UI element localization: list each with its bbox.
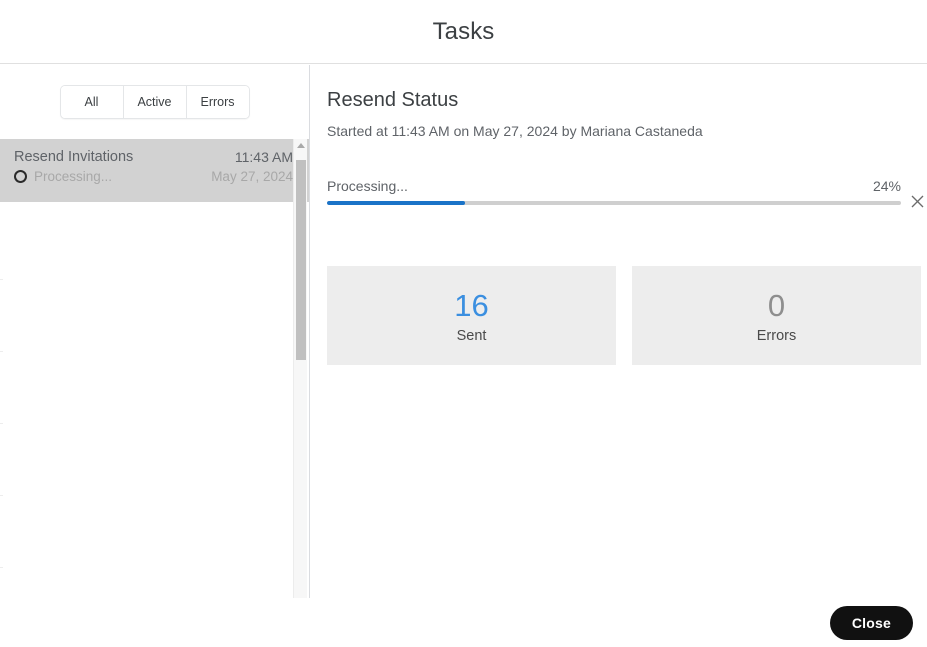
chevron-up-icon[interactable]: [296, 143, 305, 148]
stat-label-sent: Sent: [456, 327, 487, 344]
progress-section: Processing... 24%: [327, 178, 923, 207]
close-icon[interactable]: [907, 191, 927, 211]
task-list-panel: All Active Errors Resend Invitations 11:…: [0, 65, 310, 598]
task-list-item-resend-invitations[interactable]: Resend Invitations 11:43 AM Processing..…: [0, 139, 309, 202]
task-filter-segmented-control[interactable]: All Active Errors: [59, 85, 250, 119]
progress-labels: Processing... 24%: [327, 178, 901, 194]
stat-label-errors: Errors: [756, 327, 797, 344]
stat-card-sent: 16 Sent: [327, 266, 616, 365]
stat-value-errors: 0: [767, 287, 786, 323]
progress-percent-label: 24%: [872, 178, 901, 194]
task-status-label: Processing...: [34, 169, 113, 184]
progress-fill: [327, 201, 465, 205]
task-row-divider: [0, 567, 3, 568]
dialog-body: All Active Errors Resend Invitations 11:…: [0, 65, 927, 598]
task-date: May 27, 2024: [211, 169, 293, 184]
dialog-header: Tasks: [0, 0, 927, 64]
stat-card-errors: 0 Errors: [632, 266, 921, 365]
stat-cards: 16 Sent 0 Errors: [327, 266, 927, 365]
filter-bar: All Active Errors: [0, 65, 309, 139]
close-button[interactable]: Close: [829, 605, 913, 640]
task-row-secondary: Processing... May 27, 2024: [14, 169, 293, 184]
task-list: Resend Invitations 11:43 AM Processing..…: [0, 139, 309, 598]
task-detail-panel: Resend Status Started at 11:43 AM on May…: [311, 65, 927, 598]
detail-subtitle: Started at 11:43 AM on May 27, 2024 by M…: [327, 123, 703, 139]
stat-value-sent: 16: [454, 287, 489, 323]
progress-track: [327, 201, 901, 205]
scrollbar-thumb[interactable]: [296, 160, 306, 360]
task-row-primary: Resend Invitations 11:43 AM: [14, 149, 293, 165]
filter-tab-all[interactable]: All: [60, 86, 124, 118]
detail-title: Resend Status: [327, 89, 459, 111]
task-row-divider: [0, 279, 3, 280]
task-list-scrollbar[interactable]: [293, 139, 307, 598]
page-title: Tasks: [432, 17, 495, 45]
task-status-group: Processing...: [14, 169, 112, 184]
progress-status-label: Processing...: [327, 178, 408, 194]
filter-tab-active[interactable]: Active: [123, 86, 187, 118]
spinner-icon: [14, 170, 27, 183]
task-time: 11:43 AM: [234, 149, 293, 165]
filter-tab-errors[interactable]: Errors: [186, 86, 249, 118]
task-name: Resend Invitations: [14, 149, 134, 165]
dialog-footer: Close: [0, 598, 927, 647]
task-row-divider: [0, 351, 3, 352]
task-row-divider: [0, 423, 3, 424]
task-row-divider: [0, 495, 3, 496]
